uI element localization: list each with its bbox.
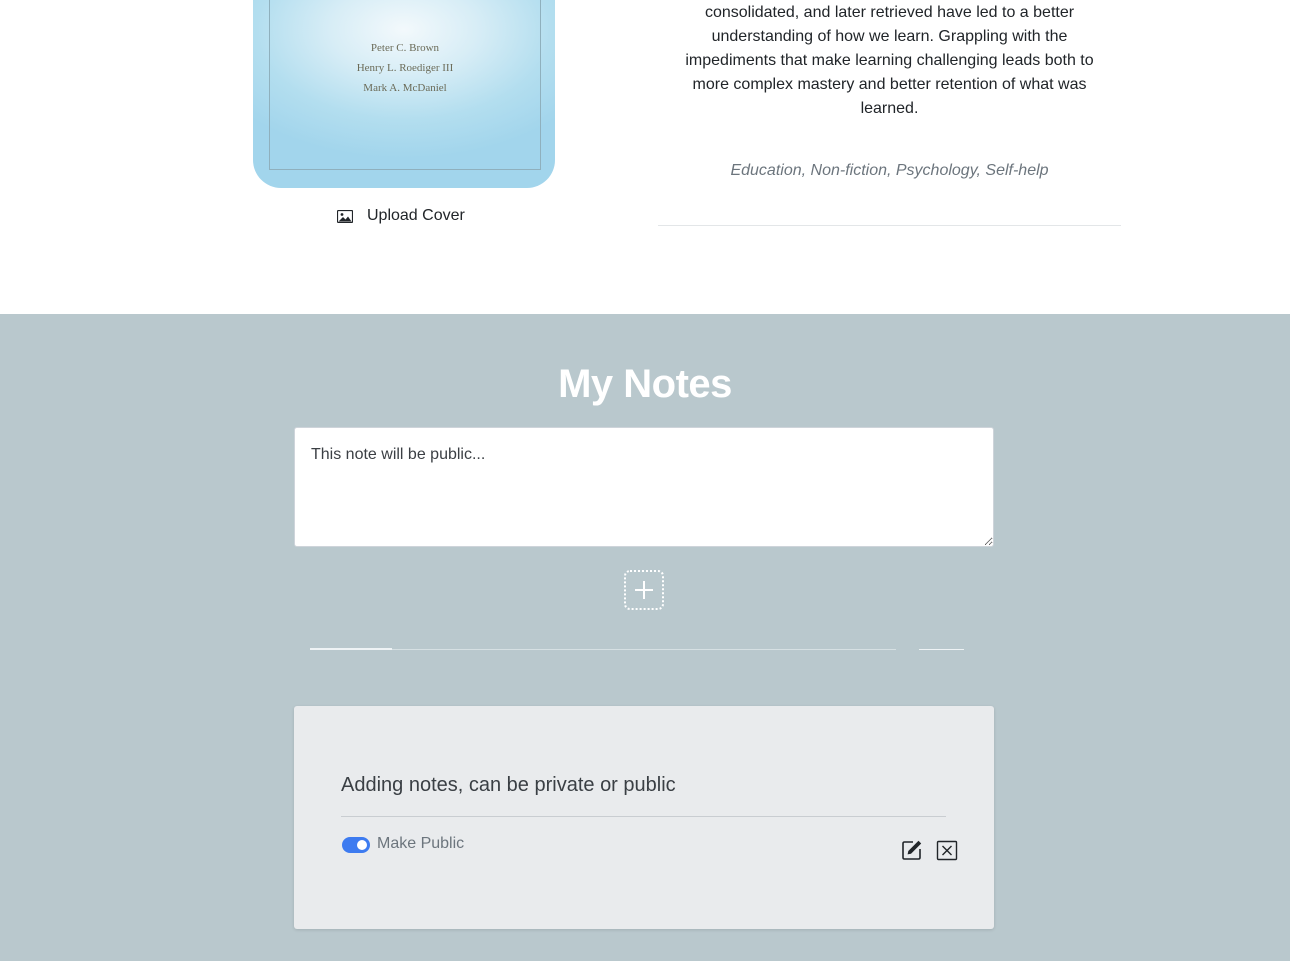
add-note-button[interactable] bbox=[624, 570, 664, 610]
upload-cover-button[interactable]: Upload Cover bbox=[337, 205, 465, 227]
close-icon bbox=[936, 840, 958, 865]
delete-note-button[interactable] bbox=[936, 839, 958, 861]
note-input[interactable] bbox=[294, 427, 994, 547]
cover-author-3: Mark A. McDaniel bbox=[363, 82, 447, 94]
image-icon bbox=[337, 209, 353, 223]
upload-cover-label: Upload Cover bbox=[367, 207, 465, 224]
divider bbox=[310, 649, 896, 650]
divider bbox=[919, 649, 964, 650]
description-line: impediments that make learning challengi… bbox=[685, 52, 1094, 69]
book-cover: Peter C. Brown Henry L. Roediger III Mar… bbox=[253, 0, 555, 188]
make-public-label[interactable]: Make Public bbox=[377, 835, 464, 853]
note-card: Adding notes, can be private or public M… bbox=[294, 706, 994, 929]
book-description: consolidated, and later retrieved have l… bbox=[658, 1, 1121, 121]
description-line: understanding of how we learn. Grappling… bbox=[711, 28, 1068, 45]
make-public-toggle[interactable] bbox=[342, 837, 370, 853]
divider bbox=[341, 816, 946, 817]
note-text: Adding notes, can be private or public bbox=[341, 774, 676, 796]
book-genres: Education, Non-fiction, Psychology, Self… bbox=[730, 162, 1049, 179]
divider bbox=[310, 648, 392, 650]
notes-section: My Notes Adding notes, can be private or… bbox=[0, 314, 1290, 961]
toggle-knob bbox=[357, 840, 367, 850]
description-line: consolidated, and later retrieved have l… bbox=[704, 4, 1075, 21]
edit-note-button[interactable] bbox=[901, 839, 923, 861]
cover-author-1: Peter C. Brown bbox=[370, 42, 440, 54]
notes-title: My Notes bbox=[558, 362, 732, 406]
edit-icon bbox=[901, 840, 923, 865]
divider bbox=[658, 225, 1121, 226]
cover-author-2: Henry L. Roediger III bbox=[356, 62, 454, 74]
description-line: learned. bbox=[860, 100, 919, 117]
description-line: more complex mastery and better retentio… bbox=[692, 76, 1087, 93]
book-detail-section: Peter C. Brown Henry L. Roediger III Mar… bbox=[0, 0, 1290, 314]
cover-frame: Peter C. Brown Henry L. Roediger III Mar… bbox=[269, 0, 541, 170]
